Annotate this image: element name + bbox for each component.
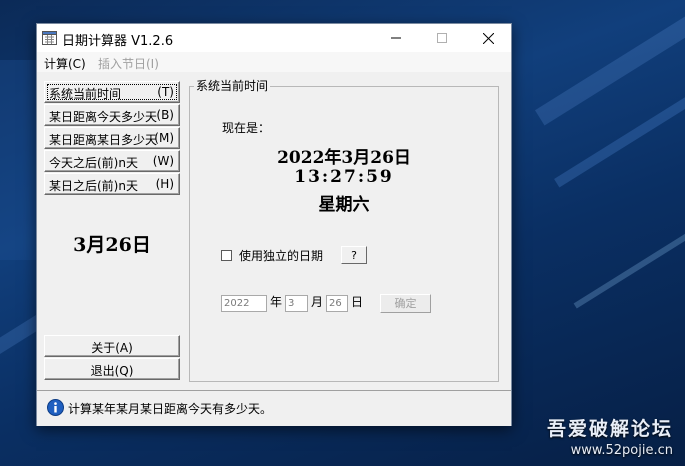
year-input[interactable]: 2022 — [221, 295, 267, 312]
date-plus-n-days-button[interactable]: 某日之后(前)n天 (H) — [44, 173, 180, 195]
button-label: 某日距离某日多少天 — [49, 133, 158, 147]
menu-calculate[interactable]: 计算(C) — [44, 55, 86, 72]
background-streak — [534, 0, 685, 126]
day-unit: 日 — [351, 295, 364, 309]
shortcut-key: (M) — [154, 131, 174, 145]
button-label: 关于(A) — [91, 341, 133, 355]
background-streak — [554, 62, 685, 188]
shortcut-key: (B) — [156, 108, 174, 122]
now-label: 现在是： — [222, 121, 271, 135]
info-icon — [47, 399, 64, 416]
independent-date-checkbox[interactable] — [221, 250, 232, 261]
exit-button[interactable]: 退出(Q) — [44, 358, 180, 380]
about-button[interactable]: 关于(A) — [44, 335, 180, 357]
minimize-button[interactable] — [373, 24, 419, 52]
confirm-button[interactable]: 确定 — [380, 294, 431, 313]
current-time-button[interactable]: 系统当前时间 (T) — [44, 81, 180, 103]
maximize-button[interactable] — [419, 24, 465, 52]
calendar-icon — [42, 31, 57, 45]
current-weekday: 星期六 — [318, 195, 370, 215]
help-button[interactable]: ? — [341, 246, 367, 264]
title-bar[interactable]: 日期计算器 V1.2.6 — [37, 24, 511, 52]
minimize-icon — [391, 37, 401, 39]
status-text: 计算某年某月某日距离今天有多少天。 — [68, 402, 273, 416]
button-label: 某日之后(前)n天 — [49, 179, 138, 193]
date-calculator-window: 日期计算器 V1.2.6 计算(C) 插入节日(I) 系统当前时间 (T) 某日… — [36, 23, 512, 426]
close-button[interactable] — [465, 24, 511, 52]
days-to-today-button[interactable]: 某日距离今天多少天 (B) — [44, 104, 180, 126]
button-label: 某日距离今天多少天 — [49, 110, 158, 124]
button-label: 今天之后(前)n天 — [49, 156, 138, 170]
background-streak — [573, 197, 685, 309]
checkbox-label: 使用独立的日期 — [239, 249, 324, 263]
day-input[interactable]: 26 — [326, 295, 348, 312]
close-icon — [482, 32, 494, 44]
today-plus-n-days-button[interactable]: 今天之后(前)n天 (W) — [44, 150, 180, 172]
year-unit: 年 — [270, 295, 283, 309]
site-watermark: 吾爱破解论坛 www.52pojie.cn — [547, 414, 673, 458]
window-title: 日期计算器 V1.2.6 — [62, 34, 174, 49]
month-unit: 月 — [311, 295, 324, 309]
shortcut-key: (W) — [152, 154, 174, 168]
status-bar: 计算某年某月某日距离今天有多少天。 — [37, 390, 511, 426]
watermark-url: www.52pojie.cn — [570, 443, 673, 458]
current-time: 13:27:59 — [294, 167, 394, 187]
shortcut-key: (T) — [157, 85, 174, 99]
today-date-display: 3月26日 — [73, 234, 151, 256]
current-date: 2022年3月26日 — [277, 148, 411, 168]
button-label: 系统当前时间 — [49, 87, 122, 101]
days-between-dates-button[interactable]: 某日距离某日多少天 (M) — [44, 127, 180, 149]
button-label: 退出(Q) — [90, 364, 134, 378]
group-legend: 系统当前时间 — [194, 77, 271, 94]
shortcut-key: (H) — [155, 177, 174, 191]
month-input[interactable]: 3 — [285, 295, 308, 312]
menu-bar: 计算(C) 插入节日(I) — [37, 52, 511, 72]
maximize-icon — [437, 33, 447, 43]
watermark-title: 吾爱破解论坛 — [546, 418, 673, 440]
menu-insert-holiday[interactable]: 插入节日(I) — [98, 55, 159, 72]
